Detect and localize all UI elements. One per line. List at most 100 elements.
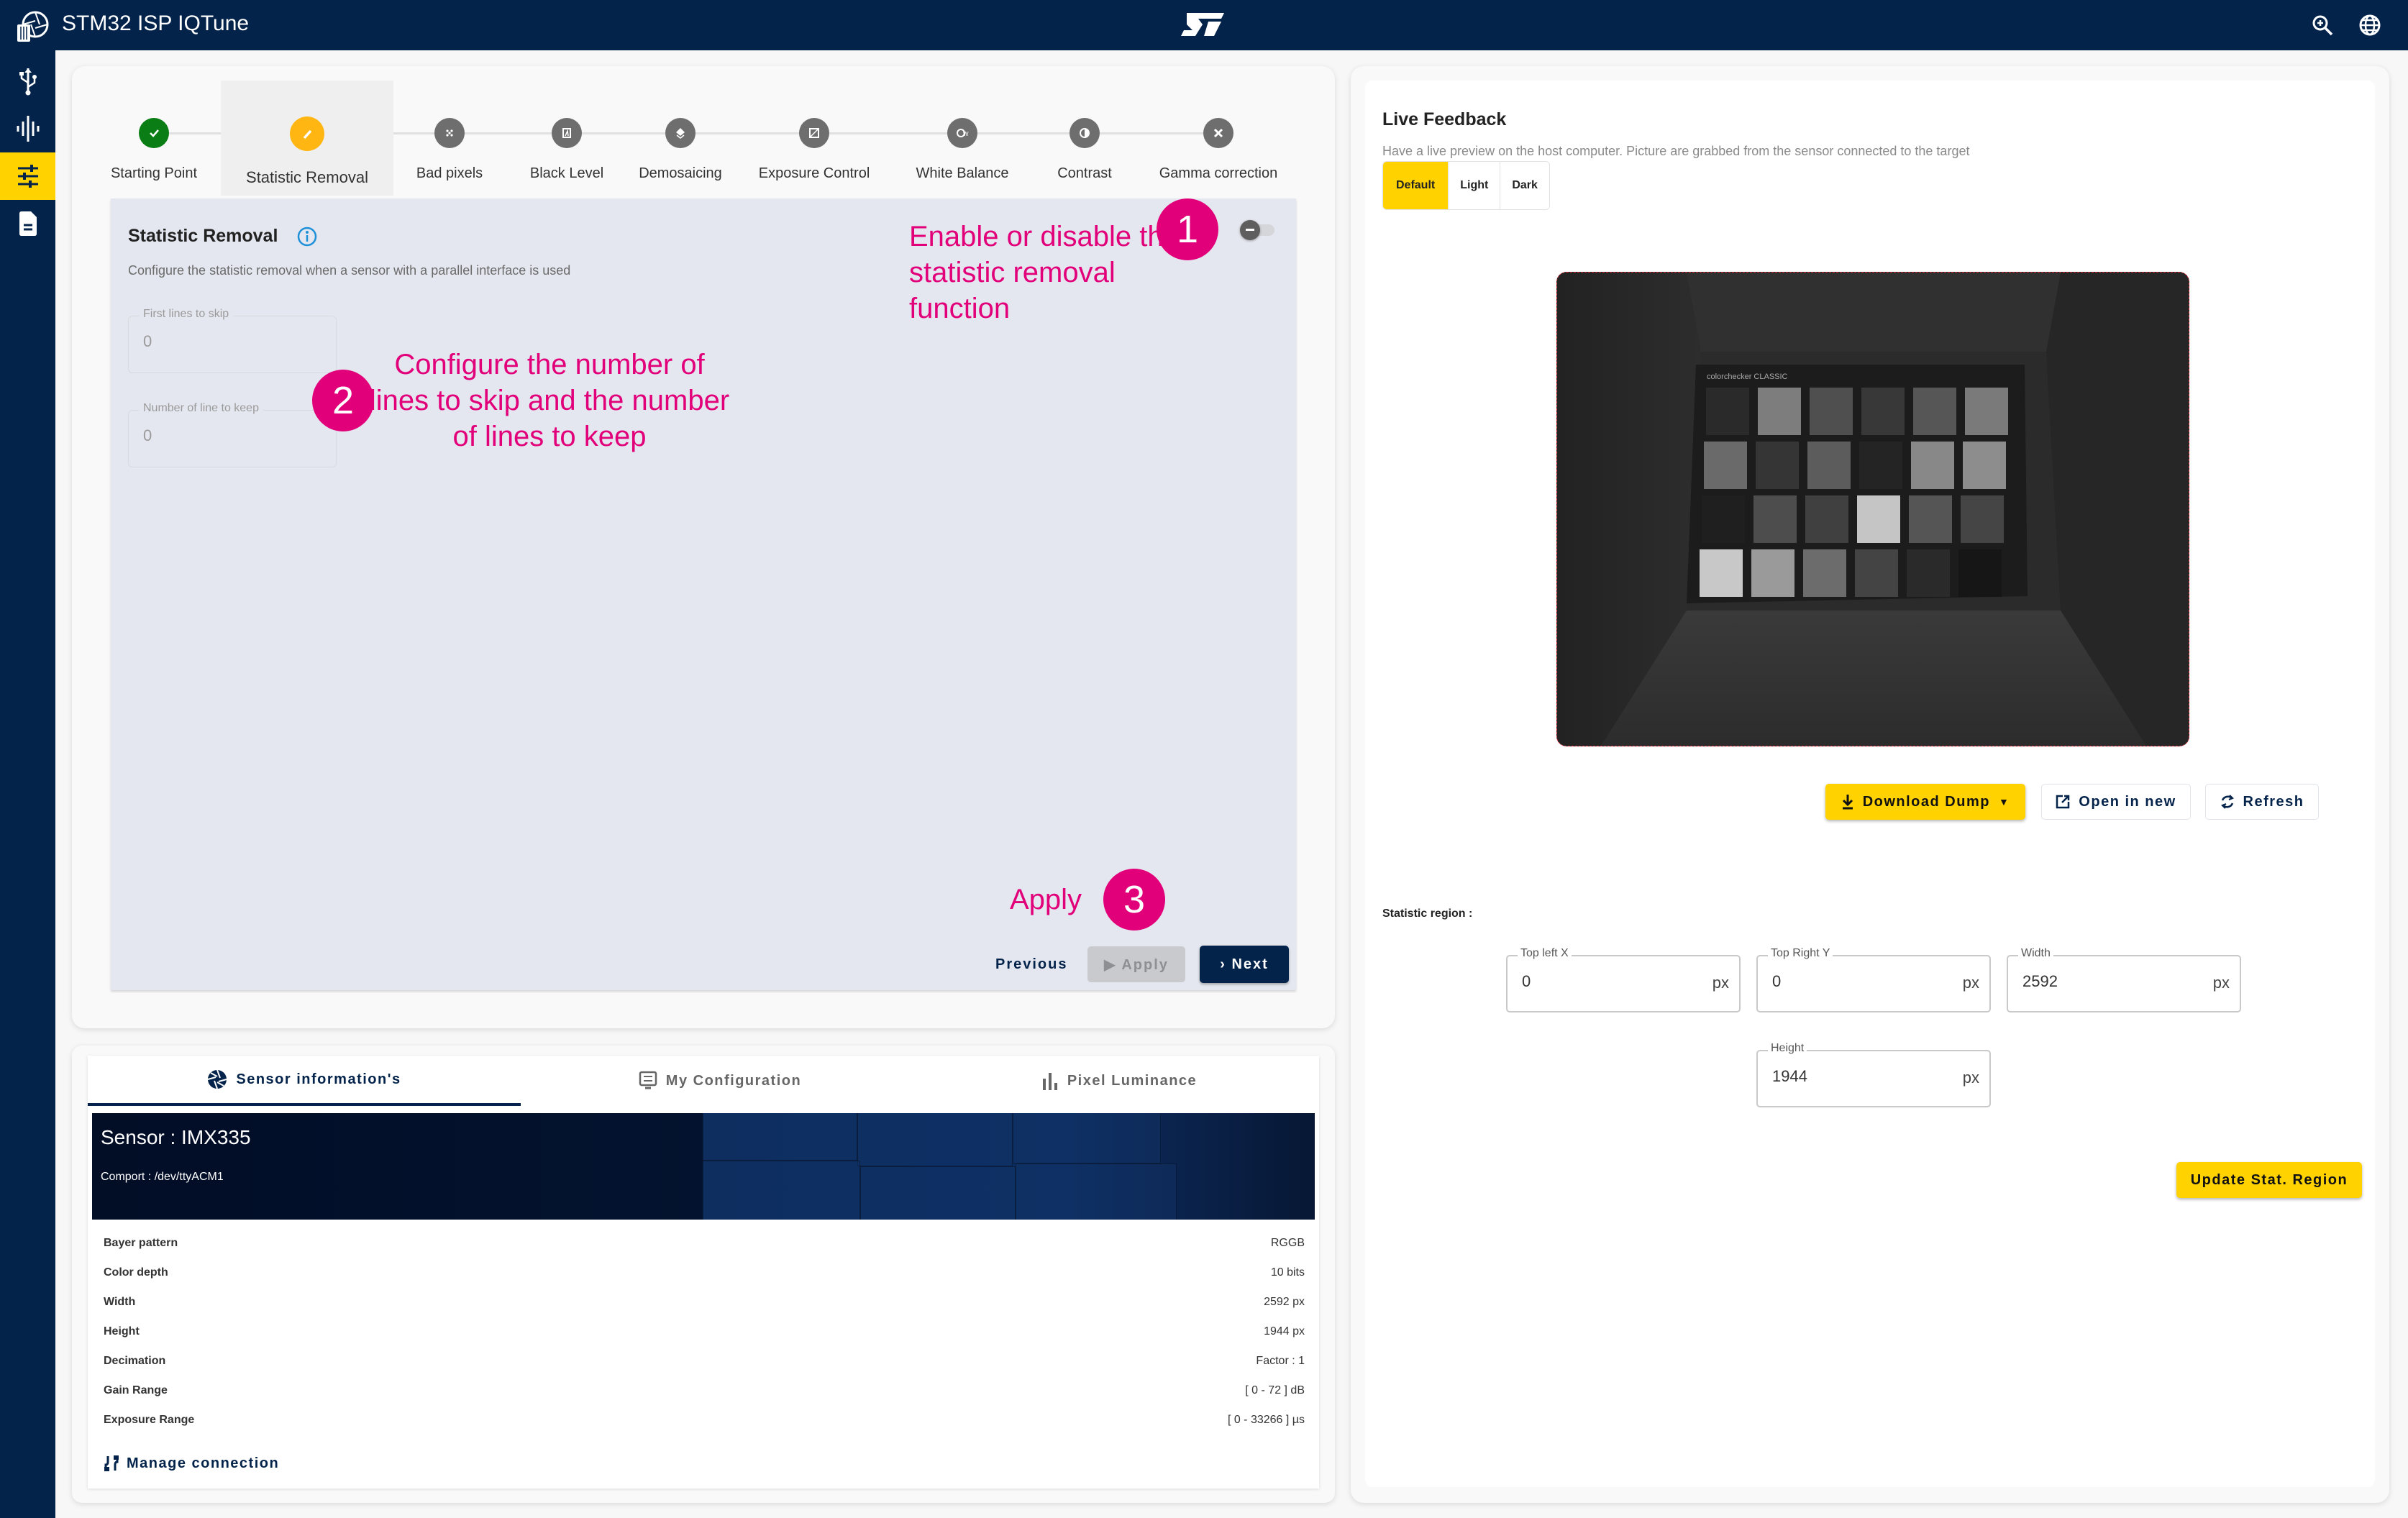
sidebar-item-documents[interactable] [0, 200, 55, 247]
step-white-balance[interactable]: W White Balance [898, 81, 1027, 196]
mode-default-button[interactable]: Default [1383, 162, 1449, 209]
step-status-circle [799, 118, 829, 148]
color-patch [1704, 442, 1747, 489]
open-in-new-icon [2056, 795, 2070, 809]
field-label: Number of line to keep [139, 402, 263, 415]
open-in-new-label: Open in new [2079, 793, 2176, 810]
tab-sensor-information[interactable]: Sensor information's [88, 1056, 521, 1106]
step-status-circle [290, 116, 324, 151]
top-right-y-input[interactable] [1772, 972, 1930, 991]
step-exposure-control[interactable]: Exposure Control [742, 81, 886, 196]
info-row: Height 1944 px [104, 1317, 1305, 1346]
step-demosaicing[interactable]: Demosaicing [619, 81, 742, 196]
manage-connection-label: Manage connection [127, 1455, 280, 1471]
color-patch [1907, 549, 1950, 597]
step-status-circle [139, 118, 169, 148]
mode-light-button[interactable]: Light [1449, 162, 1501, 209]
step-contrast[interactable]: Contrast [1034, 81, 1135, 196]
step-label: Starting Point [110, 165, 198, 181]
lines-to-keep-input[interactable] [143, 426, 323, 445]
refresh-button[interactable]: Refresh [2205, 784, 2319, 820]
toggle-knob [1240, 220, 1260, 240]
info-row: Exposure Range [ 0 - 33266 ] µs [104, 1405, 1305, 1435]
st-logo [1181, 13, 1224, 36]
previous-button[interactable]: Previous [985, 946, 1077, 982]
enable-toggle[interactable] [1240, 220, 1276, 240]
sidebar-item-connection[interactable] [0, 58, 55, 105]
field-label: First lines to skip [139, 308, 234, 321]
chart-caption: colorchecker CLASSIC [1707, 372, 1788, 381]
pencil-icon [303, 129, 312, 140]
color-patch [1861, 388, 1905, 435]
width-field[interactable]: Width px [2007, 947, 2241, 1012]
first-lines-to-skip-input[interactable] [143, 332, 323, 351]
annotation-1-badge: 1 [1157, 198, 1218, 260]
color-patch [1756, 442, 1799, 489]
banner-tile [702, 1113, 857, 1161]
sidebar-item-waveform[interactable] [0, 105, 55, 152]
live-feedback-description: Have a live preview on the host computer… [1382, 144, 1970, 158]
tab-my-configuration[interactable]: My Configuration [521, 1056, 919, 1106]
info-value: 2592 px [1264, 1295, 1305, 1308]
sensor-tabs: Sensor information's My Configuration Pi… [88, 1056, 1319, 1106]
annotation-3-text: Apply [1010, 884, 1082, 915]
first-lines-to-skip-field[interactable]: First lines to skip [128, 308, 337, 373]
info-row: Decimation Factor : 1 [104, 1346, 1305, 1376]
download-icon [1842, 795, 1853, 810]
step-label: Gamma correction [1159, 165, 1278, 181]
unit-label: px [1962, 974, 1979, 992]
apply-button[interactable]: ▶ Apply [1087, 946, 1185, 982]
color-patch [1810, 388, 1853, 435]
color-patch [1909, 495, 1952, 543]
lines-to-keep-field[interactable]: Number of line to keep [128, 402, 337, 467]
sidebar-item-tuning[interactable] [0, 152, 55, 200]
top-left-x-field[interactable]: Top left X px [1506, 947, 1741, 1012]
download-dump-label: Download Dump [1862, 793, 1990, 810]
info-value: 1944 px [1264, 1325, 1305, 1338]
zoom-in-icon[interactable] [2310, 13, 2335, 37]
step-starting-point[interactable]: Starting Point [93, 81, 215, 196]
update-stat-region-button[interactable]: Update Stat. Region [2176, 1162, 2362, 1198]
preview-mode-toggle: Default Light Dark [1382, 161, 1550, 210]
step-bad-pixels[interactable]: Bad pixels [392, 81, 507, 196]
field-label: Top Right Y [1768, 947, 1833, 960]
app-title: STM32 ISP IQTune [62, 12, 250, 35]
width-input[interactable] [2022, 972, 2181, 991]
info-value: 10 bits [1270, 1266, 1305, 1279]
sliders-icon [17, 165, 38, 188]
step-label: Exposure Control [758, 165, 870, 181]
globe-icon[interactable] [2358, 13, 2382, 37]
step-status-circle [1203, 118, 1233, 148]
color-patch [1855, 549, 1898, 597]
step-gamma-correction[interactable]: Gamma correction [1146, 81, 1290, 196]
info-row: Gain Range [ 0 - 72 ] dB [104, 1376, 1305, 1405]
manage-connection-link[interactable]: Manage connection [104, 1455, 279, 1472]
step-statistic-removal[interactable]: Statistic Removal [221, 81, 393, 196]
bar-chart-icon [1042, 1073, 1057, 1090]
info-row: Width 2592 px [104, 1287, 1305, 1317]
download-dump-button[interactable]: Download Dump ▼ [1825, 784, 2025, 820]
height-input[interactable] [1772, 1067, 1930, 1086]
step-status-circle [552, 118, 582, 148]
info-key: Gain Range [104, 1384, 168, 1396]
top-left-x-input[interactable] [1522, 972, 1680, 991]
next-button[interactable]: › Next [1200, 946, 1289, 983]
info-icon[interactable] [296, 226, 318, 247]
mode-dark-button[interactable]: Dark [1500, 162, 1549, 209]
step-label: Black Level [529, 165, 604, 181]
info-key: Exposure Range [104, 1413, 195, 1426]
step-black-level[interactable]: Black Level [509, 81, 624, 196]
color-patch [1751, 549, 1794, 597]
document-icon [19, 211, 37, 236]
top-right-y-field[interactable]: Top Right Y px [1756, 947, 1991, 1012]
contrast-icon [1080, 128, 1090, 138]
step-status-circle [434, 118, 465, 148]
refresh-label: Refresh [2243, 793, 2304, 810]
waveform-icon [17, 116, 39, 142]
open-in-new-button[interactable]: Open in new [2041, 784, 2191, 820]
height-field[interactable]: Height px [1756, 1042, 1991, 1107]
gamma-icon [1213, 128, 1223, 138]
colorchecker-preview: colorchecker CLASSIC [1557, 273, 2189, 746]
tab-pixel-luminance[interactable]: Pixel Luminance [919, 1056, 1319, 1106]
info-value: [ 0 - 72 ] dB [1245, 1384, 1305, 1396]
